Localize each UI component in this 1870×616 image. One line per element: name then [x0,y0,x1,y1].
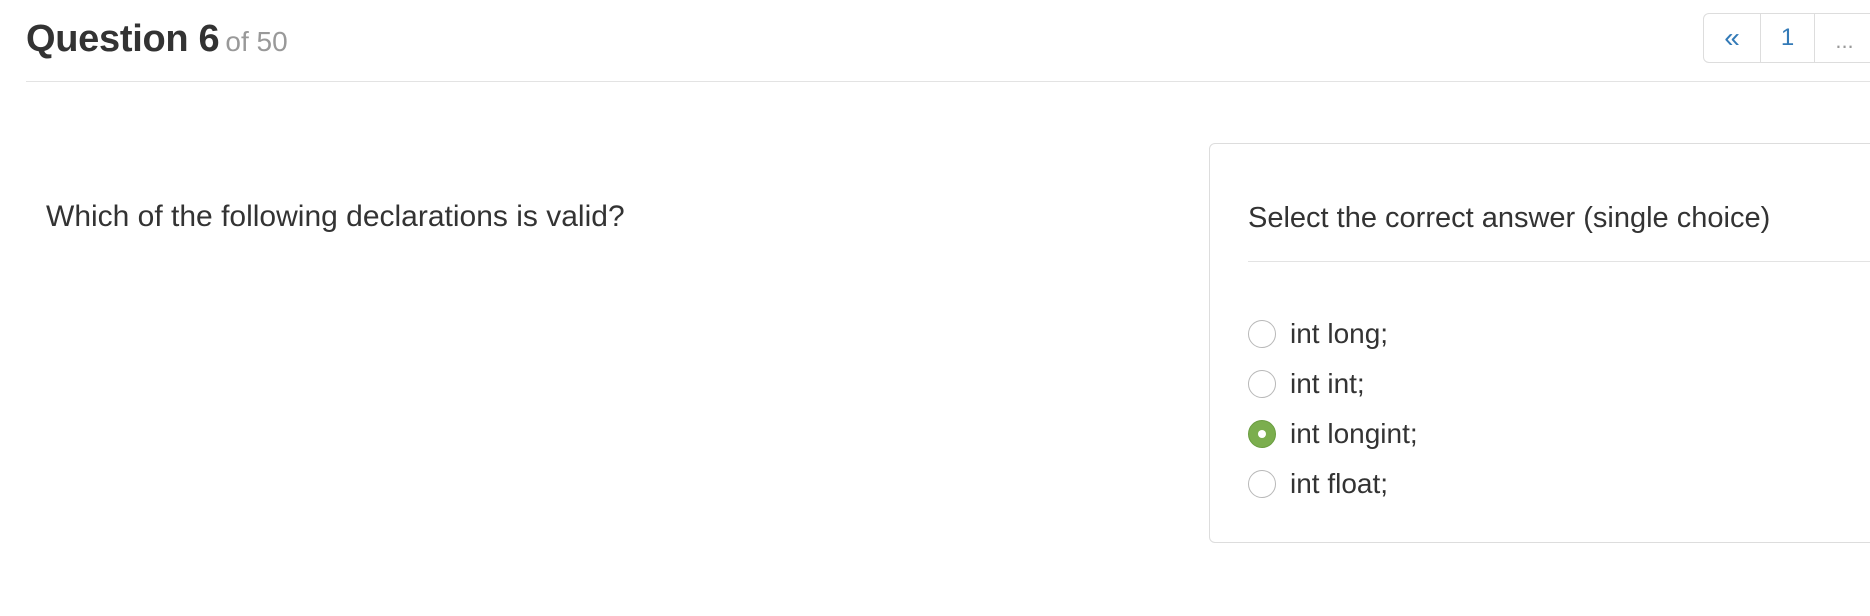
radio-button-4[interactable] [1248,470,1276,498]
question-text: Which of the following declarations is v… [46,200,625,233]
answer-option-label[interactable]: int float; [1290,468,1388,500]
page-1-link[interactable]: 1 [1759,13,1816,63]
answer-option-label[interactable]: int int; [1290,368,1365,400]
divider [1248,261,1870,262]
answer-option-label[interactable]: int longint; [1290,418,1418,450]
radio-button-3-selected[interactable] [1248,420,1276,448]
previous-page-button[interactable]: « [1703,13,1761,63]
answer-options: int long; int int; int longint; int floa… [1248,309,1418,509]
question-header: Question 6 of 50 « 1 ... [26,0,1870,82]
question-count: of 50 [225,26,288,57]
answer-panel: Select the correct answer (single choice… [1209,143,1870,543]
answer-option-4[interactable]: int float; [1248,459,1418,509]
question-number: Question 6 [26,18,220,60]
answer-option-1[interactable]: int long; [1248,309,1418,359]
more-pages-ellipsis[interactable]: ... [1814,13,1870,63]
pagination: « 1 ... [1703,13,1870,63]
quiz-page: Question 6 of 50 « 1 ... Which of the fol… [0,0,1870,616]
answer-option-label[interactable]: int long; [1290,318,1388,350]
page-title: Question 6 of 50 [26,18,288,61]
answer-option-3[interactable]: int longint; [1248,409,1418,459]
radio-button-1[interactable] [1248,320,1276,348]
answer-option-2[interactable]: int int; [1248,359,1418,409]
answer-panel-heading: Select the correct answer (single choice… [1248,202,1771,234]
radio-button-2[interactable] [1248,370,1276,398]
